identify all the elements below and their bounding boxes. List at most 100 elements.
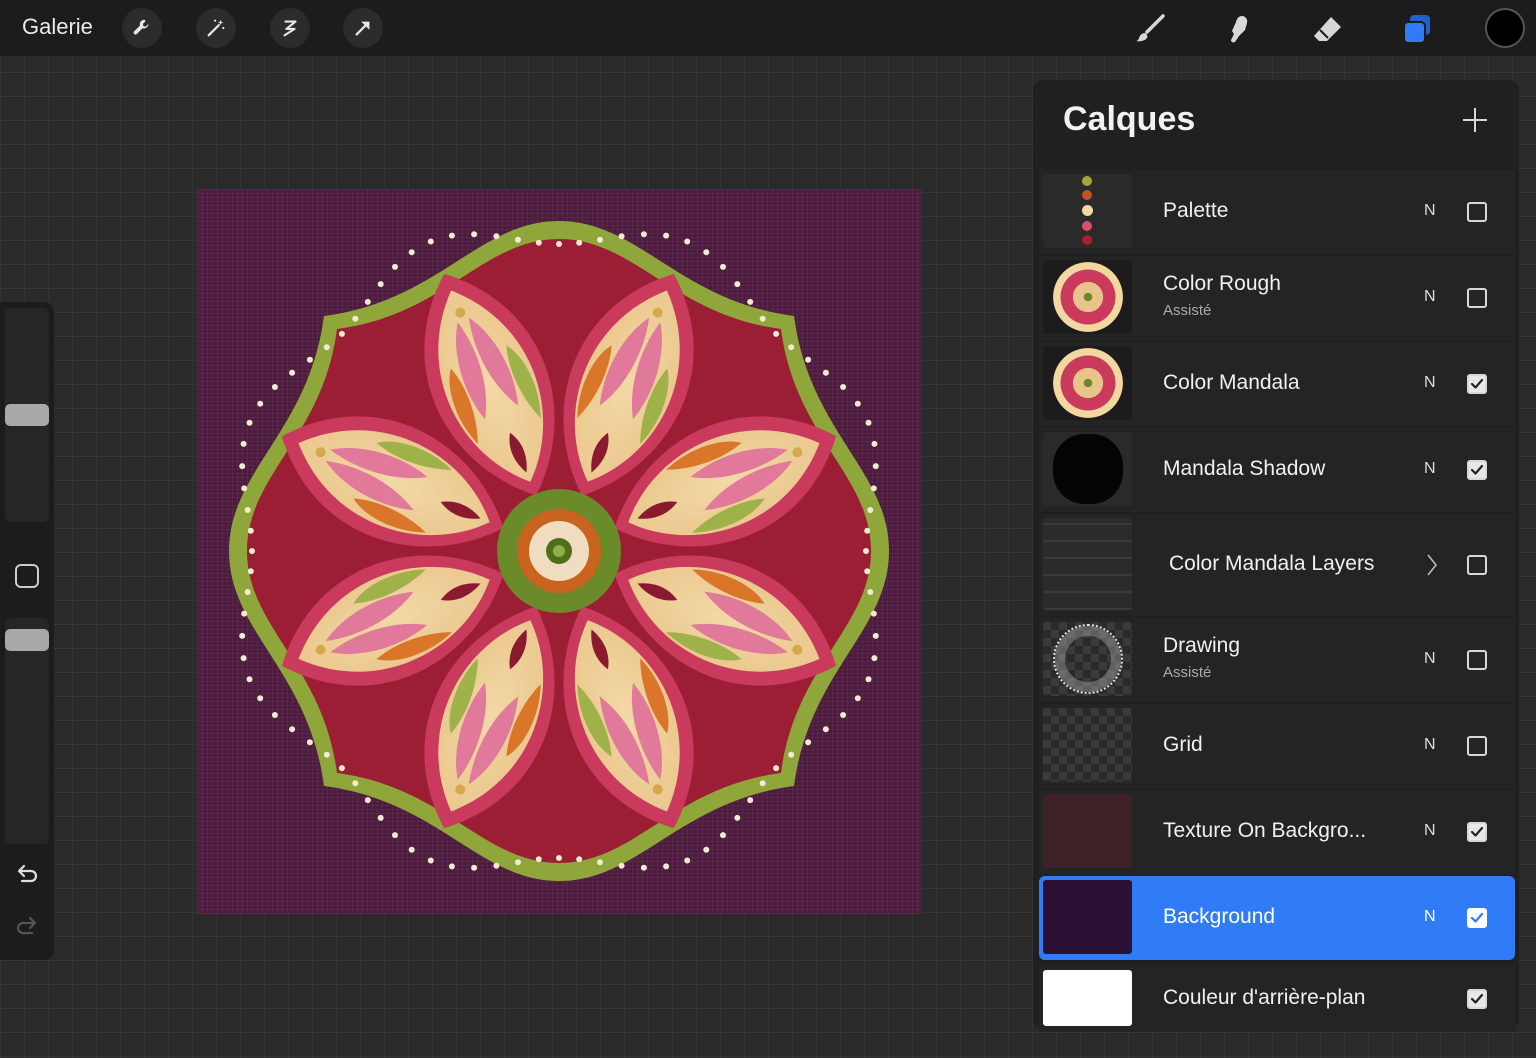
layer-thumbnail[interactable] [1043,260,1132,334]
blend-mode-button[interactable]: N [1424,908,1436,926]
layer-visibility-checkbox[interactable] [1467,908,1487,928]
layer-visibility-checkbox[interactable] [1467,822,1487,842]
ring-dot [471,231,478,238]
gallery-button[interactable]: Galerie [22,14,93,40]
selection-button[interactable] [270,8,310,48]
chevron-right-icon[interactable] [1425,552,1439,578]
blend-mode-button[interactable]: N [1424,460,1436,478]
ring-dot [240,655,247,662]
ring-dot [247,568,254,575]
layer-row[interactable]: Drawing Assisté N [1039,618,1515,702]
layer-name: Color Mandala Layers [1169,552,1375,575]
layer-name: Background [1163,905,1276,928]
layer-name: Color Mandala [1163,371,1300,394]
color-picker-button[interactable] [1485,8,1525,48]
ring-dot [759,780,766,787]
selection-icon [283,20,297,37]
add-layer-icon[interactable] [1461,106,1489,134]
artwork-canvas[interactable] [197,189,922,914]
layer-visibility-checkbox[interactable] [1467,989,1487,1009]
layer-row[interactable]: Grid N [1039,704,1515,788]
ring-dot [747,797,754,804]
panel-title: Calques [1063,100,1196,138]
eraser-button[interactable] [1309,10,1347,48]
layer-row[interactable]: Mandala Shadow N [1039,428,1515,512]
blend-mode-button[interactable]: N [1424,650,1436,668]
blend-mode-button[interactable]: N [1424,736,1436,754]
layer-thumbnail[interactable] [1043,970,1132,1026]
blend-mode-button[interactable]: N [1424,202,1436,220]
layer-row[interactable]: Background N [1039,876,1515,960]
ring-dot [257,695,264,702]
layer-thumbnail[interactable] [1043,622,1132,696]
layer-row[interactable]: Texture On Backgro... N [1039,790,1515,874]
ring-dot [535,856,542,863]
blend-mode-button[interactable]: N [1424,822,1436,840]
layer-thumbnail[interactable] [1043,518,1132,610]
layer-row[interactable]: Color Mandala Layers [1039,514,1515,616]
smudge-button[interactable] [1220,10,1258,48]
ring-dot [427,857,434,864]
ring-dot [773,765,780,772]
ring-dot [759,315,766,322]
layer-row[interactable]: Color Rough Assisté N [1039,256,1515,340]
brush-button[interactable] [1131,10,1169,48]
transform-arrow-icon [355,21,370,36]
redo-icon[interactable] [14,914,40,940]
ring-dot [854,400,861,407]
adjustments-button[interactable] [196,8,236,48]
blend-mode-button[interactable]: N [1424,288,1436,306]
layer-visibility-checkbox[interactable] [1467,460,1487,480]
ring-dot [840,384,847,390]
ring-dot [864,568,871,575]
ring-dot [788,751,795,758]
layer-thumbnail[interactable] [1043,432,1132,506]
layers-button[interactable] [1398,10,1436,48]
layer-thumbnail[interactable] [1043,346,1132,420]
blend-mode-button[interactable]: N [1424,374,1436,392]
layers-icon [1403,15,1430,44]
opacity-thumb[interactable] [5,629,49,652]
layer-thumbnail[interactable] [1043,708,1132,782]
ring-dot [271,384,278,390]
layer-thumbnail[interactable] [1043,794,1132,868]
brush-size-thumb[interactable] [5,404,49,427]
ring-dot [865,676,872,683]
ring-dot [306,739,313,746]
layer-visibility-checkbox[interactable] [1467,650,1487,670]
ring-dot [271,712,278,718]
layer-row[interactable]: Couleur d'arrière-plan [1039,966,1515,1032]
layer-row[interactable]: Color Mandala N [1039,342,1515,426]
ring-dot [640,864,647,871]
layer-name: Couleur d'arrière-plan [1163,986,1366,1009]
layer-visibility-checkbox[interactable] [1467,555,1487,575]
ring-dot [257,400,264,407]
layer-thumbnail[interactable] [1043,174,1132,248]
ring-dot [323,344,330,351]
ring-dot [867,589,874,595]
ring-dot [338,330,345,337]
ring-dot [241,610,248,617]
layer-visibility-checkbox[interactable] [1467,288,1487,308]
actions-button[interactable] [122,8,162,48]
layer-visibility-checkbox[interactable] [1467,736,1487,756]
layer-thumbnail[interactable] [1043,880,1132,954]
layer-row[interactable]: Palette N [1039,170,1515,254]
ring-dot [597,859,603,866]
ring-dot [556,241,562,247]
ring-dot [805,739,812,746]
ring-dot [734,281,741,288]
ring-dot [870,610,877,617]
layer-visibility-checkbox[interactable] [1467,374,1487,394]
ring-dot [864,527,871,534]
opacity-slider[interactable] [5,618,49,844]
ring-dot [352,780,359,787]
ring-dot [871,655,878,662]
ring-dot [703,846,710,853]
transform-button[interactable] [343,8,383,48]
modify-button[interactable] [15,564,39,588]
layer-visibility-checkbox[interactable] [1467,202,1487,222]
undo-icon[interactable] [14,862,40,888]
ring-dot [535,239,542,246]
ring-dot [448,232,455,239]
